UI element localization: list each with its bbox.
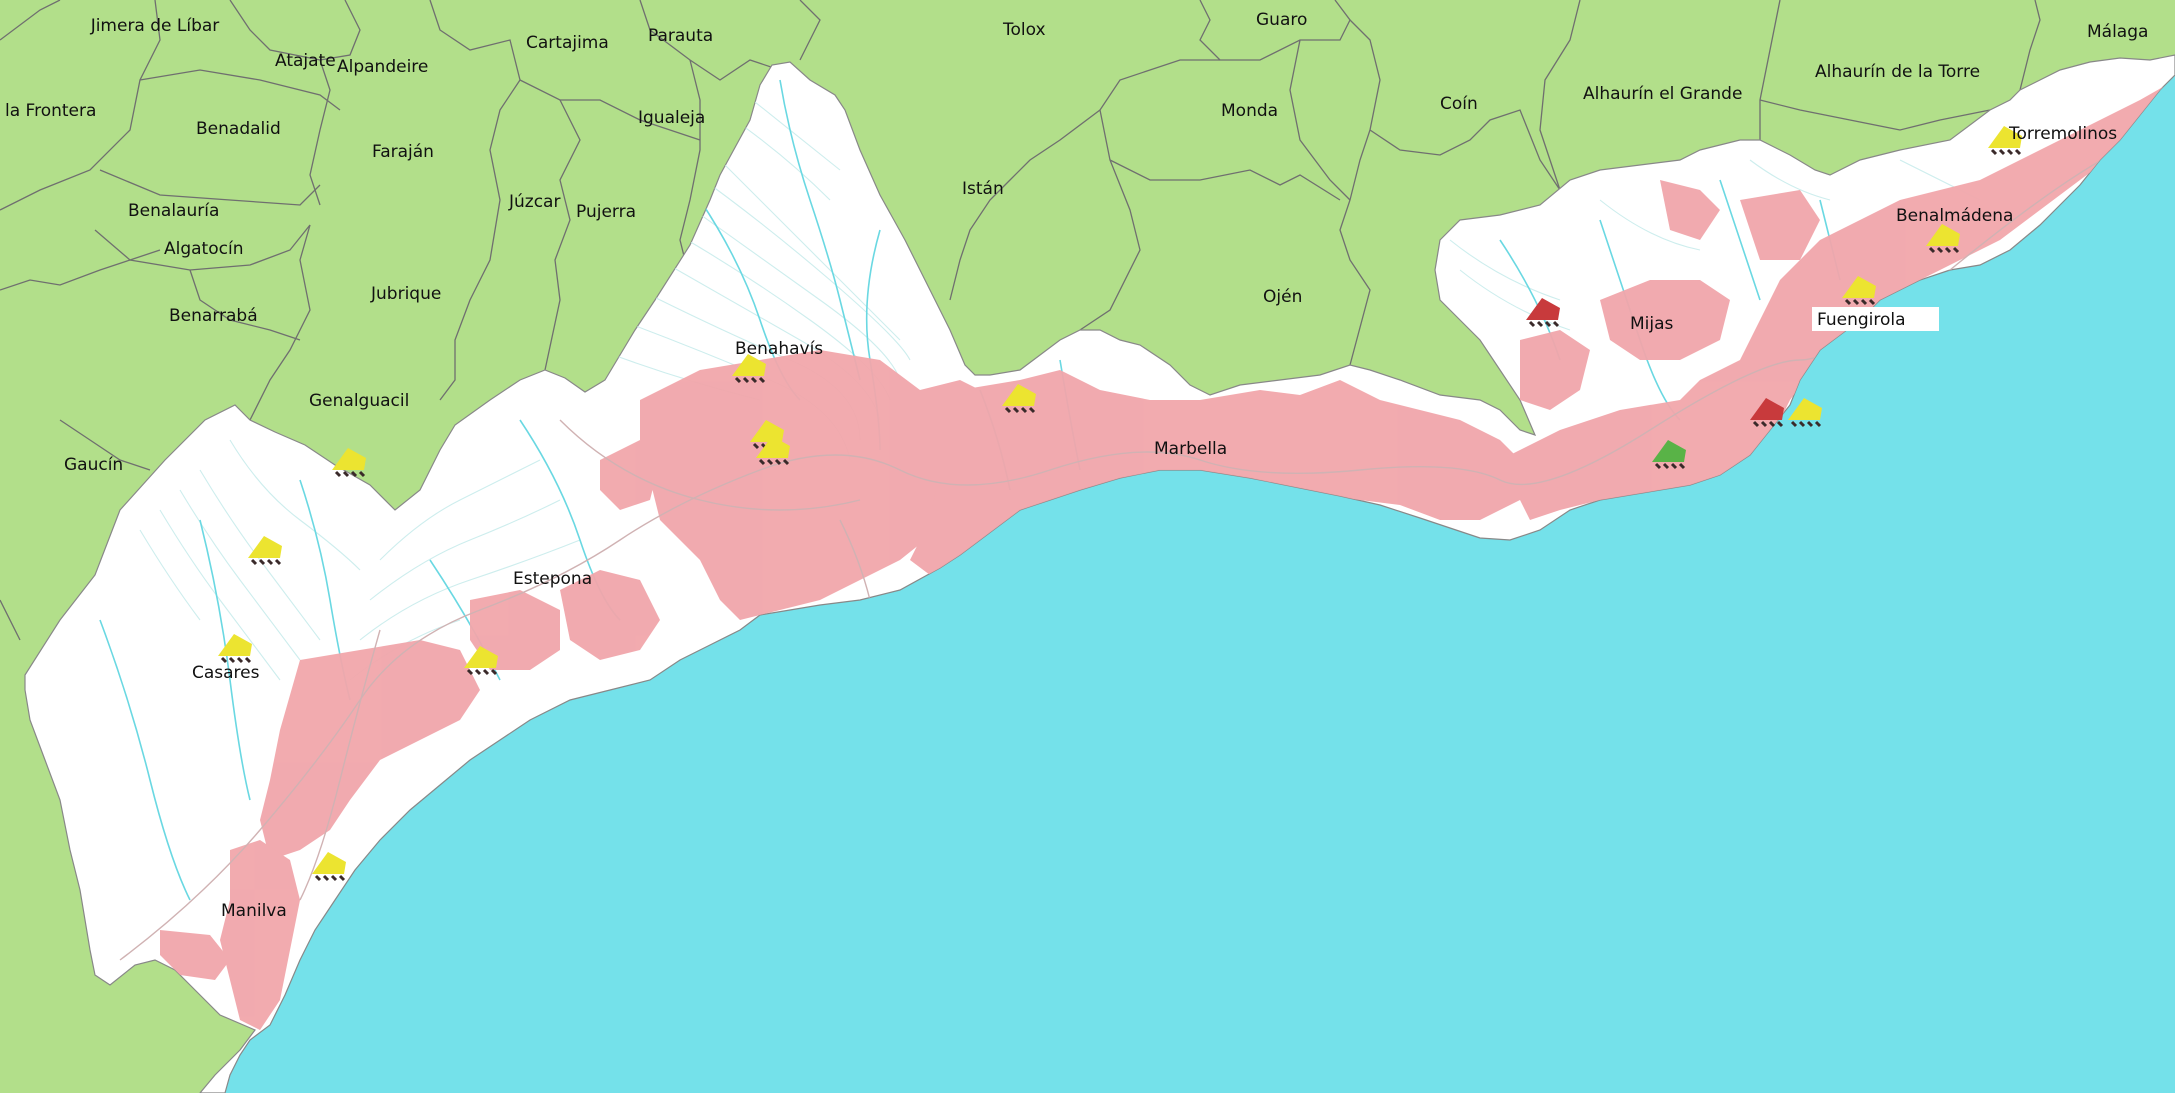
label-benadalid: Benadalid — [196, 119, 281, 139]
label-estepona: Estepona — [513, 569, 592, 589]
label-parauta: Parauta — [648, 26, 713, 46]
label-tolox: Tolox — [1002, 20, 1046, 40]
label-igualeja: Igualeja — [638, 108, 705, 128]
label-jubrique: Jubrique — [370, 284, 441, 304]
label-gaucin: Gaucín — [64, 455, 123, 475]
label-jimera-de-libar: Jimera de Líbar — [90, 16, 220, 36]
label-coin: Coín — [1440, 94, 1478, 114]
label-benahavis: Benahavís — [735, 339, 823, 359]
label-alhaurin-de-la-torre: Alhaurín de la Torre — [1815, 62, 1980, 82]
label-alpandeire: Alpandeire — [337, 57, 428, 77]
label-cartajima: Cartajima — [526, 33, 609, 53]
label-pujerra: Pujerra — [576, 202, 636, 222]
label-algatocin: Algatocín — [164, 239, 243, 259]
label-juzcar: Júzcar — [508, 192, 560, 212]
label-guaro: Guaro — [1256, 10, 1307, 30]
label-mijas: Mijas — [1630, 314, 1674, 334]
label-alhaurin-el-grande: Alhaurín el Grande — [1583, 84, 1742, 104]
label-benarraba: Benarrabá — [169, 306, 258, 326]
coastal-map[interactable]: Jimera de Líbar Atajate Alpandeire Carta… — [0, 0, 2175, 1093]
label-malaga: Málaga — [2087, 22, 2148, 42]
label-manilva: Manilva — [221, 901, 287, 921]
label-marbella: Marbella — [1154, 439, 1227, 459]
label-la-frontera: la Frontera — [5, 101, 96, 121]
label-istan: Istán — [962, 179, 1004, 199]
label-fuengirola: Fuengirola — [1817, 310, 1906, 330]
label-benalauria: Benalauría — [128, 201, 219, 221]
label-ojen: Ojén — [1263, 287, 1302, 307]
label-farajan: Faraján — [372, 142, 434, 162]
label-casares: Casares — [192, 663, 260, 683]
label-atajate: Atajate — [275, 51, 336, 71]
label-genalguacil: Genalguacil — [309, 391, 409, 411]
label-monda: Monda — [1221, 101, 1278, 121]
label-torremolinos: Torremolinos — [2008, 124, 2117, 144]
label-benalmadena: Benalmádena — [1896, 206, 2013, 226]
